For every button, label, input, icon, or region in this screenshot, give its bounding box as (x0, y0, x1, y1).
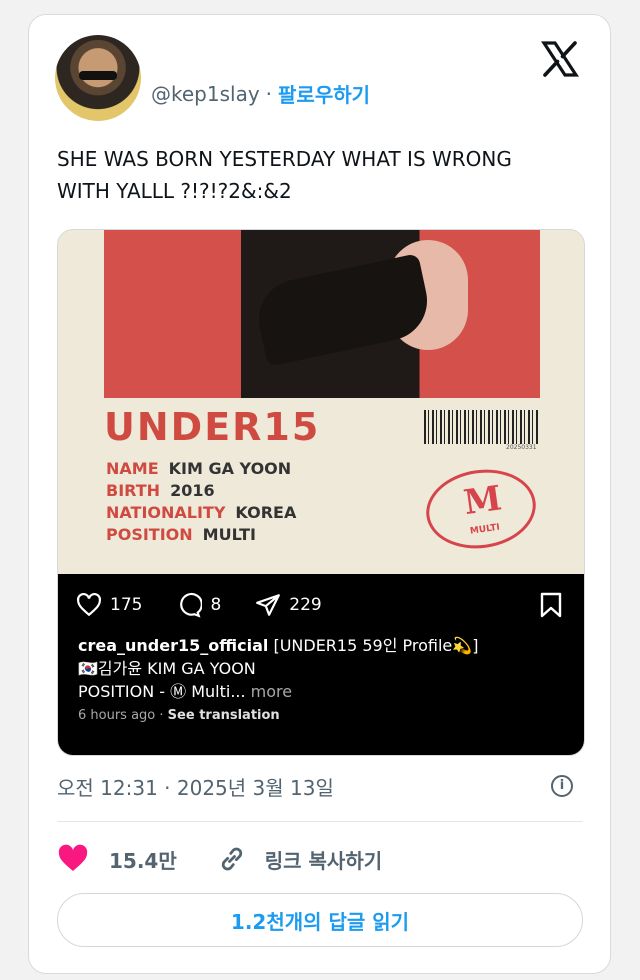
instagram-panel: 175 8 229 crea_under15_official [UNDER15… (58, 574, 584, 755)
copy-link-button[interactable]: 링크 복사하기 (217, 844, 382, 874)
poster-title: UNDER15 (104, 405, 321, 449)
ig-caption: crea_under15_official [UNDER15 59인 Profi… (78, 636, 479, 701)
avatar[interactable] (55, 35, 141, 121)
share-icon[interactable] (255, 592, 281, 618)
ig-account[interactable]: crea_under15_official (78, 636, 268, 655)
ig-like-count: 175 (110, 595, 143, 615)
info-icon[interactable]: i (551, 775, 573, 797)
follow-button[interactable]: 팔로우하기 (278, 79, 370, 108)
more-link[interactable]: more (246, 682, 292, 701)
author-handle[interactable]: @kep1slay (151, 82, 260, 106)
tweet-actions: 15.4만 링크 복사하기 (57, 841, 583, 877)
divider (57, 821, 583, 822)
field-birth: BIRTH 2016 (106, 481, 215, 500)
tweet-text: SHE WAS BORN YESTERDAY WHAT IS WRONG WIT… (57, 147, 512, 203)
read-replies-button[interactable]: 1.2천개의 답글 읽기 (57, 893, 583, 947)
ig-meta: 6 hours ago · See translation (78, 708, 280, 723)
author-row: @kep1slay · 팔로우하기 (151, 79, 370, 108)
ig-share-count: 229 (289, 595, 322, 615)
separator: · (265, 81, 273, 106)
barcode (424, 410, 540, 444)
field-nationality: NATIONALITY KOREA (106, 503, 297, 522)
heart-outline-icon[interactable] (76, 592, 102, 618)
comment-icon[interactable] (176, 592, 203, 618)
see-translation-link[interactable]: See translation (168, 708, 280, 723)
tweet-timestamp[interactable]: 오전 12:31 · 2025년 3월 13일 (57, 772, 334, 801)
like-heart-icon[interactable] (57, 843, 89, 875)
copy-link-label: 링크 복사하기 (264, 848, 383, 873)
tweet-card: @kep1slay · 팔로우하기 SHE WAS BORN YESTERDAY… (28, 14, 611, 974)
bookmark-icon[interactable] (540, 592, 562, 618)
field-position: POSITION MULTI (106, 525, 256, 544)
link-icon (221, 847, 242, 871)
instagram-actions: 175 8 229 (76, 592, 322, 618)
field-name: NAME KIM GA YOON (106, 459, 292, 478)
multi-stamp: M MULTI (421, 462, 541, 556)
x-logo-icon[interactable] (540, 39, 580, 79)
tweet-media[interactable]: UNDER15 20250331 NAME KIM GA YOON BIRTH 20… (57, 229, 585, 756)
profile-fields: NAME KIM GA YOON BIRTH 2016 NATIONALITY KOR… (106, 458, 296, 546)
like-count: 15.4만 (109, 848, 177, 873)
barcode-number: 20250331 (506, 444, 537, 451)
ig-comment-count: 8 (210, 595, 222, 615)
status-fragment (0, 0, 640, 14)
